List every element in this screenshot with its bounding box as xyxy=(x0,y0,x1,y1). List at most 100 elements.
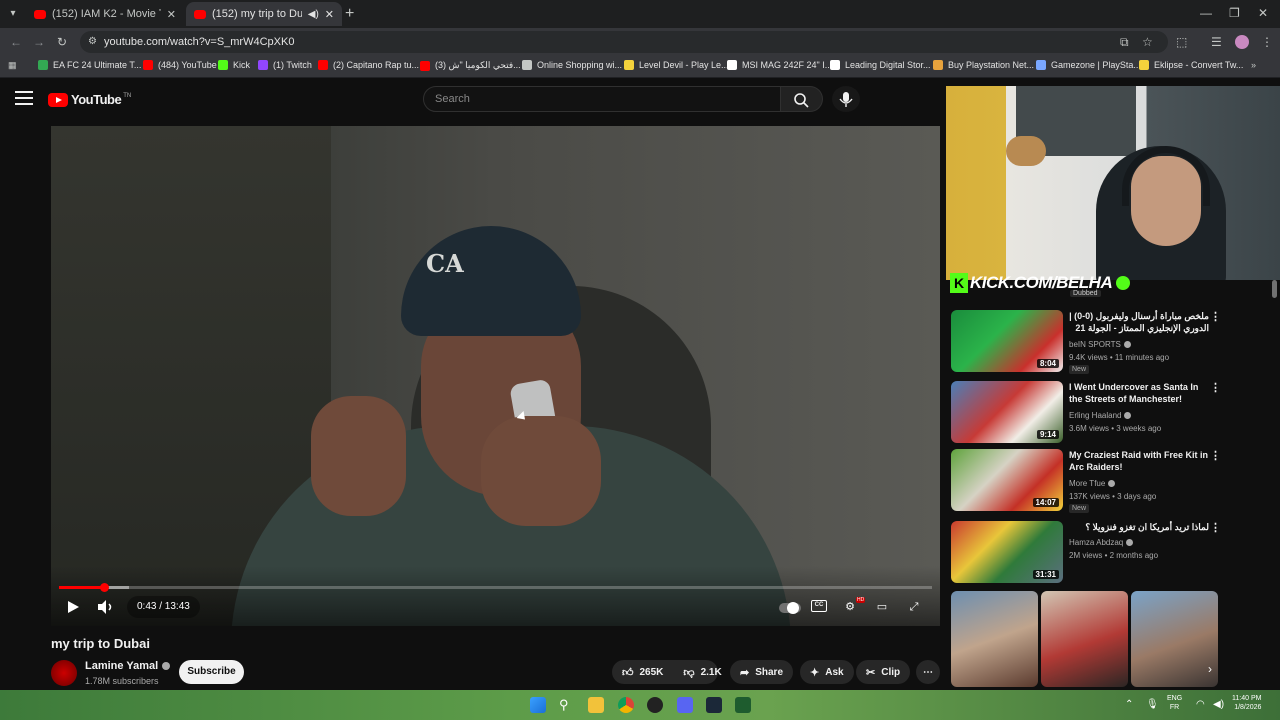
recommendation-menu-icon[interactable]: ⋮ xyxy=(1210,310,1221,323)
bookmark-star-icon[interactable]: ☆ xyxy=(1142,35,1153,49)
speaker-icon[interactable]: ◀) xyxy=(1213,699,1224,710)
tray-overflow-icon[interactable]: ⌃ xyxy=(1125,699,1133,710)
recommendation-channel[interactable]: Hamza Abdzaq xyxy=(1069,538,1134,547)
recommendation-channel[interactable]: More Tfue xyxy=(1069,479,1116,488)
bookmark-item[interactable]: (484) YouTube xyxy=(143,60,217,70)
tray-mic-icon[interactable]: 🎙︎ xyxy=(1146,699,1159,710)
file-explorer-icon[interactable] xyxy=(588,697,604,713)
recommendation-channel[interactable]: beIN SPORTS xyxy=(1069,340,1131,349)
recommendation-item[interactable]: 14:07 My Craziest Raid with Free Kit in … xyxy=(951,449,1271,513)
forward-icon[interactable]: → xyxy=(33,35,45,49)
maximize-icon[interactable]: ❐ xyxy=(1229,6,1240,20)
fullscreen-icon[interactable]: ⤢ xyxy=(903,598,925,616)
reading-list-icon[interactable]: ☰ xyxy=(1211,35,1222,49)
chrome-icon[interactable] xyxy=(618,697,634,713)
extensions-icon[interactable]: ⬚ xyxy=(1176,35,1187,49)
like-button[interactable]: 👍︎ 265K xyxy=(612,660,673,684)
bookmark-item[interactable]: Gamezone | PlaySta... xyxy=(1036,60,1141,70)
steam-icon[interactable] xyxy=(706,697,722,713)
language-indicator[interactable]: ENG FR xyxy=(1167,694,1182,712)
short-thumbnail[interactable] xyxy=(1041,591,1128,687)
search-button[interactable] xyxy=(781,86,823,112)
bookmark-item[interactable]: Buy Playstation Net... xyxy=(933,60,1034,70)
ask-button[interactable]: ✦ Ask xyxy=(800,660,854,684)
clip-button[interactable]: ✂ Clip xyxy=(856,660,911,684)
search-input[interactable]: Search xyxy=(423,86,781,112)
recommendation-item[interactable]: 9:14 I Went Undercover as Santa In the S… xyxy=(951,381,1271,443)
play-button[interactable] xyxy=(65,596,81,618)
install-app-icon[interactable]: ⧉ xyxy=(1120,35,1129,50)
url-text[interactable]: youtube.com/watch?v=S_mrW4CpXK0 xyxy=(104,36,294,48)
progress-bar[interactable] xyxy=(59,583,932,592)
subscribe-button[interactable]: Subscribe xyxy=(179,660,244,684)
recommendation-title[interactable]: لماذا تريد أمريكا ان تغزو فنزويلا ؟ xyxy=(1069,521,1209,533)
audio-playing-icon[interactable]: ◀) xyxy=(308,9,319,20)
recommendation-thumbnail[interactable]: 14:07 xyxy=(951,449,1063,511)
minimize-icon[interactable]: — xyxy=(1200,6,1212,20)
sidebar-scrollbar[interactable] xyxy=(1272,280,1277,298)
address-bar[interactable]: ⚙ youtube.com/watch?v=S_mrW4CpXK0 xyxy=(80,31,1168,53)
bookmark-item[interactable]: Online Shopping wi... xyxy=(522,60,622,70)
obs-icon[interactable] xyxy=(647,697,663,713)
bookmark-item[interactable]: Eklipse - Convert Tw... xyxy=(1139,60,1243,70)
bookmark-item[interactable]: Leading Digital Stor... xyxy=(830,60,931,70)
shorts-next-arrow-icon[interactable]: › xyxy=(1208,662,1212,676)
tab-movie-trailer[interactable]: (152) IAM K2 - Movie Trailer 2 | ✕ xyxy=(26,2,184,26)
dislike-button[interactable]: 👎︎ 2.1K xyxy=(673,660,731,684)
channel-avatar[interactable] xyxy=(51,660,77,686)
windows-start-icon[interactable] xyxy=(530,697,546,713)
close-window-icon[interactable]: ✕ xyxy=(1258,6,1268,20)
site-info-icon[interactable]: ⚙ xyxy=(88,36,97,47)
tab-close-icon[interactable]: ✕ xyxy=(167,8,176,21)
more-actions-button[interactable]: ⋯ xyxy=(916,660,940,684)
share-button[interactable]: ➦ Share xyxy=(730,660,794,684)
bookmark-item[interactable]: EA FC 24 Ultimate T... xyxy=(38,60,141,70)
apps-grid-icon[interactable]: ▦ xyxy=(8,60,17,71)
bookmark-item[interactable]: (3) فتحي الكوميا "ش... xyxy=(420,60,521,71)
bookmark-item[interactable]: MSI MAG 242F 24" I... xyxy=(727,60,832,70)
recommendation-channel[interactable]: Erling Haaland xyxy=(1069,411,1132,420)
taskbar-search-icon[interactable]: ⚲ xyxy=(559,697,575,713)
theater-mode-icon[interactable]: ▭ xyxy=(871,598,893,616)
recommendation-thumbnail[interactable]: 8:04 xyxy=(951,310,1063,372)
bookmark-item[interactable]: Level Devil - Play Le... xyxy=(624,60,729,70)
captions-button[interactable]: CC xyxy=(811,600,827,612)
more-bookmarks-icon[interactable]: » xyxy=(1251,60,1256,70)
voice-search-button[interactable] xyxy=(832,86,860,112)
short-thumbnail[interactable] xyxy=(1131,591,1218,687)
recommendation-thumbnail[interactable]: 9:14 xyxy=(951,381,1063,443)
recommendation-item[interactable]: 8:04 ملخص مباراة أرسنال وليفربول (0-0) |… xyxy=(951,310,1271,374)
discord-icon[interactable] xyxy=(677,697,693,713)
tab-my-trip-to-dubai[interactable]: (152) my trip to Dubai - Yo ◀) ✕ xyxy=(186,2,342,26)
bookmark-item[interactable]: Kick xyxy=(218,60,250,70)
bookmark-item[interactable]: (1) Twitch xyxy=(258,60,312,70)
recommendation-menu-icon[interactable]: ⋮ xyxy=(1210,521,1221,534)
back-icon[interactable]: ← xyxy=(10,35,22,49)
recommendation-menu-icon[interactable]: ⋮ xyxy=(1210,449,1221,462)
recommendation-title[interactable]: I Went Undercover as Santa In the Street… xyxy=(1069,381,1209,405)
recommendation-title[interactable]: My Craziest Raid with Free Kit in Arc Ra… xyxy=(1069,449,1209,473)
tab-search-icon[interactable]: ▾ xyxy=(4,5,22,23)
recommendation-thumbnail[interactable]: 31:31 xyxy=(951,521,1063,583)
bookmark-label: (3) فتحي الكوميا "ش... xyxy=(435,60,521,70)
new-badge: New xyxy=(1069,504,1090,513)
tab-close-icon[interactable]: ✕ xyxy=(325,8,334,21)
reload-icon[interactable]: ↻ xyxy=(57,35,67,49)
clock[interactable]: 11:40 PM 1/8/2026 xyxy=(1232,694,1261,712)
youtube-logo[interactable]: YouTube TN xyxy=(48,92,131,107)
wifi-icon[interactable]: ◠ xyxy=(1196,699,1205,710)
short-thumbnail[interactable] xyxy=(951,591,1038,687)
menu-dots-icon[interactable]: ⋮ xyxy=(1261,35,1273,49)
recommendation-item[interactable]: 31:31 لماذا تريد أمريكا ان تغزو فنزويلا … xyxy=(951,521,1271,583)
recommendation-menu-icon[interactable]: ⋮ xyxy=(1210,381,1221,394)
bookmark-item[interactable]: (2) Capitano Rap tu... xyxy=(318,60,419,70)
hamburger-menu-icon[interactable] xyxy=(15,91,33,105)
recommendation-title[interactable]: ملخص مباراة أرسنال وليفربول (0-0) | الدو… xyxy=(1069,310,1209,334)
new-tab-icon[interactable]: + xyxy=(345,5,354,23)
autoplay-toggle[interactable] xyxy=(779,602,801,614)
video-player[interactable]: CA 0:43 / 13:43 CC ⚙ HD ▭ ⤢ xyxy=(51,126,940,626)
profile-avatar[interactable] xyxy=(1235,35,1249,49)
volume-button[interactable] xyxy=(95,596,117,618)
channel-name-link[interactable]: Lamine Yamal xyxy=(85,660,171,672)
app-icon[interactable] xyxy=(735,697,751,713)
